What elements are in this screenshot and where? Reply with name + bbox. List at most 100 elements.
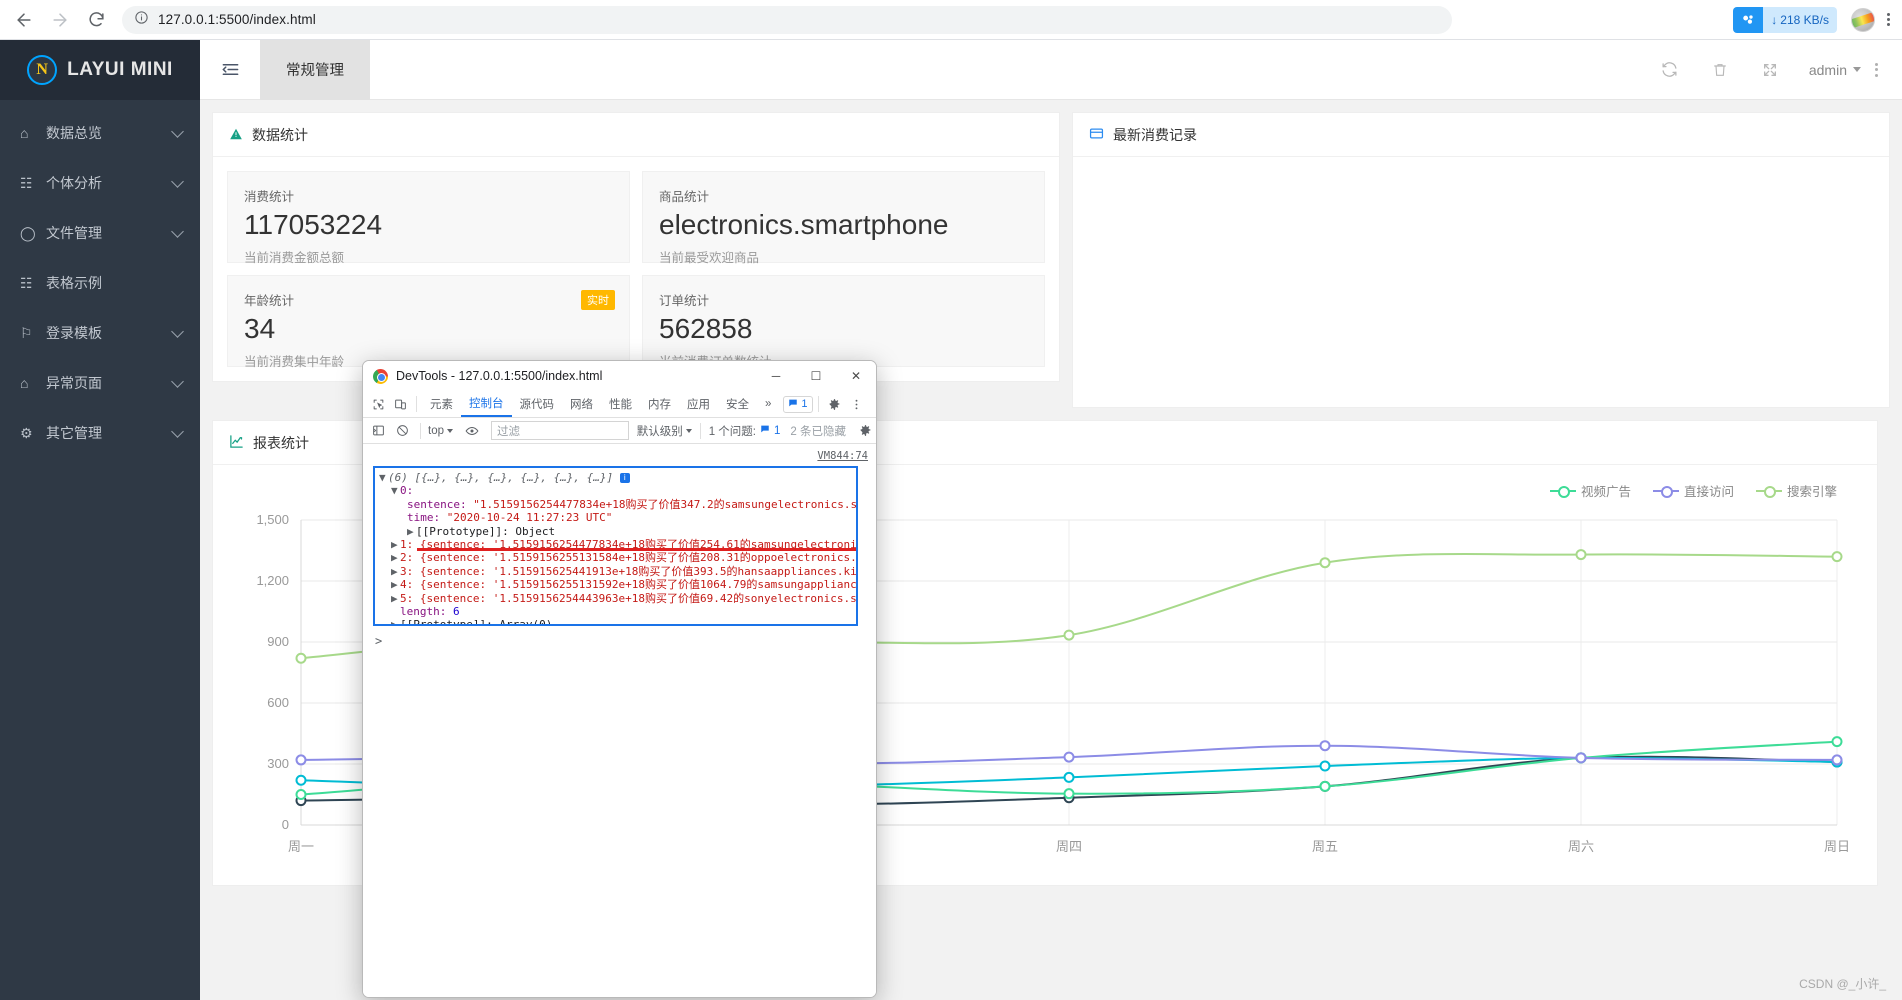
more-vertical-icon[interactable] <box>846 393 868 415</box>
chart-data-point[interactable] <box>297 755 306 764</box>
disclosure-triangle-icon[interactable]: ▼ <box>391 484 400 497</box>
tab-sources[interactable]: 源代码 <box>512 391 563 417</box>
browser-menu-icon[interactable] <box>1887 13 1890 26</box>
user-menu[interactable]: admin <box>1795 40 1875 100</box>
tab-performance[interactable]: 性能 <box>601 391 640 417</box>
console-prototype-object[interactable]: ▶[[Prototype]]: Object <box>377 525 856 538</box>
tab-network[interactable]: 网络 <box>562 391 601 417</box>
tab-elements[interactable]: 元素 <box>422 391 461 417</box>
menu-collapse-icon[interactable] <box>200 40 260 100</box>
chart-data-point[interactable] <box>297 654 306 663</box>
address-bar[interactable]: 127.0.0.1:5500/index.html <box>122 6 1452 34</box>
disclosure-triangle-icon[interactable]: ▶ <box>391 538 400 551</box>
stat-card-consumption[interactable]: 消费统计 117053224 当前消费金额总额 <box>227 171 630 263</box>
console-row[interactable]: ▶4: {sentence: '1.5159156255131592e+18购买… <box>377 578 856 591</box>
devtools-window[interactable]: DevTools - 127.0.0.1:5500/index.html ─ ☐… <box>362 360 877 998</box>
console-selected-object[interactable]: ▼(6) [{…}, {…}, {…}, {…}, {…}, {…}] i ▼0… <box>373 466 858 626</box>
minimize-button[interactable]: ─ <box>756 361 796 391</box>
problems-indicator[interactable]: 1 个问题: 1 <box>700 423 789 439</box>
sidebar-item-label: 登录模板 <box>42 323 173 343</box>
stat-card-order[interactable]: 订单统计 562858 当前消费订单数统计 <box>642 275 1045 367</box>
chart-data-point[interactable] <box>297 776 306 785</box>
chart-data-point[interactable] <box>1321 558 1330 567</box>
chart-data-point[interactable] <box>1065 789 1074 798</box>
console-source-link[interactable]: VM844:74 <box>817 450 868 462</box>
chart-data-point[interactable] <box>1065 631 1074 640</box>
console-row[interactable]: ▶5: {sentence: '1.5159156254443963e+18购买… <box>377 592 856 605</box>
stat-card-age[interactable]: 实时 年龄统计 34 当前消费集中年龄 <box>227 275 630 367</box>
refresh-icon[interactable] <box>1645 40 1695 100</box>
console-output[interactable]: VM844:74 ▼(6) [{…}, {…}, {…}, {…}, {…}, … <box>363 444 876 997</box>
back-arrow-icon[interactable] <box>8 4 40 36</box>
chart-data-point[interactable] <box>1065 773 1074 782</box>
stat-card-product[interactable]: 商品统计 electronics.smartphone 当前最受欢迎商品 <box>642 171 1045 263</box>
tab-security[interactable]: 安全 <box>718 391 757 417</box>
disclosure-triangle-icon[interactable]: ▶ <box>391 565 400 578</box>
log-level-selector[interactable]: 默认级别 <box>637 423 698 439</box>
baidu-netdisk-icon[interactable]: ↓ 218 KB/s <box>1733 7 1837 33</box>
tab-memory[interactable]: 内存 <box>640 391 679 417</box>
console-prompt[interactable]: > <box>375 634 382 648</box>
chart-data-point[interactable] <box>1065 753 1074 762</box>
redaction-bar <box>417 548 857 551</box>
chart-data-point[interactable] <box>1321 741 1330 750</box>
chart-data-point[interactable] <box>1577 550 1586 559</box>
issues-badge[interactable]: 1 <box>783 396 812 413</box>
console-prototype-array[interactable]: ▶[[Prototype]]: Array(0) <box>377 618 856 626</box>
console-sidebar-icon[interactable] <box>367 420 389 442</box>
chart-data-point[interactable] <box>297 790 306 799</box>
prototype-label: [[Prototype]]: Array(0) <box>400 618 552 626</box>
sidebar-item-other-management[interactable]: ⚙ 其它管理 <box>0 408 200 458</box>
chart-data-point[interactable] <box>1833 737 1842 746</box>
sidebar-item-table-example[interactable]: ☷ 表格示例 <box>0 258 200 308</box>
console-row-text: 2: {sentence: '1.5159156255131584e+18购买了… <box>400 551 858 564</box>
console-row[interactable]: ▶3: {sentence: '1.515915625441913e+18购买了… <box>377 565 856 578</box>
sidebar-logo[interactable]: N LAYUI MINI <box>0 40 200 100</box>
chart-data-point[interactable] <box>1577 753 1586 762</box>
sidebar-item-data-overview[interactable]: ⌂ 数据总览 <box>0 108 200 158</box>
disclosure-triangle-icon[interactable]: ▶ <box>391 551 400 564</box>
sidebar-item-label: 文件管理 <box>42 223 173 243</box>
avatar[interactable] <box>1851 8 1875 32</box>
gear-icon[interactable] <box>824 393 846 415</box>
disclosure-triangle-icon[interactable]: ▼ <box>379 471 388 484</box>
trash-icon[interactable] <box>1695 40 1745 100</box>
chevron-down-icon <box>171 425 184 438</box>
console-property-time: time: "2020-10-24 11:27:23 UTC" <box>377 511 856 524</box>
fullscreen-icon[interactable] <box>1745 40 1795 100</box>
more-vertical-icon[interactable] <box>1875 63 1892 77</box>
console-filter-input[interactable]: 过滤 <box>491 421 629 440</box>
console-settings-icon[interactable] <box>854 420 876 442</box>
chart-data-point[interactable] <box>1833 755 1842 764</box>
tab-console[interactable]: 控制台 <box>461 391 512 417</box>
info-circle-icon[interactable] <box>134 10 149 30</box>
disclosure-triangle-icon[interactable]: ▶ <box>391 592 400 605</box>
inspect-element-icon[interactable] <box>367 393 389 415</box>
sidebar-item-individual-analysis[interactable]: ☷ 个体分析 <box>0 158 200 208</box>
reload-icon[interactable] <box>80 4 112 36</box>
tab-overflow-icon[interactable]: » <box>757 391 779 417</box>
clear-console-icon[interactable] <box>391 420 413 442</box>
console-object-index[interactable]: ▼0: <box>377 484 856 497</box>
disclosure-triangle-icon[interactable]: ▶ <box>391 578 400 591</box>
tab-application[interactable]: 应用 <box>679 391 718 417</box>
close-icon[interactable]: ✕ <box>836 361 876 391</box>
sidebar-item-error-pages[interactable]: ⌂ 异常页面 <box>0 358 200 408</box>
console-row[interactable]: ▶2: {sentence: '1.5159156255131584e+18购买… <box>377 551 856 564</box>
chart-data-point[interactable] <box>1833 552 1842 561</box>
sidebar-item-login-template[interactable]: ⚐ 登录模板 <box>0 308 200 358</box>
chart-data-point[interactable] <box>1321 782 1330 791</box>
live-expression-icon[interactable] <box>461 420 483 442</box>
chart-data-point[interactable] <box>1321 762 1330 771</box>
sidebar-item-file-management[interactable]: ◯ 文件管理 <box>0 208 200 258</box>
execution-context-selector[interactable]: top <box>428 425 459 437</box>
line-chart-icon <box>229 434 244 451</box>
disclosure-triangle-icon[interactable]: ▶ <box>391 618 400 626</box>
device-toolbar-icon[interactable] <box>389 393 411 415</box>
console-array-header[interactable]: ▼(6) [{…}, {…}, {…}, {…}, {…}, {…}] i <box>377 471 856 484</box>
maximize-button[interactable]: ☐ <box>796 361 836 391</box>
tab-general-management[interactable]: 常规管理 <box>260 40 370 100</box>
forward-arrow-icon[interactable] <box>44 4 76 36</box>
disclosure-triangle-icon[interactable]: ▶ <box>407 525 416 538</box>
browser-nav-buttons <box>0 4 112 36</box>
